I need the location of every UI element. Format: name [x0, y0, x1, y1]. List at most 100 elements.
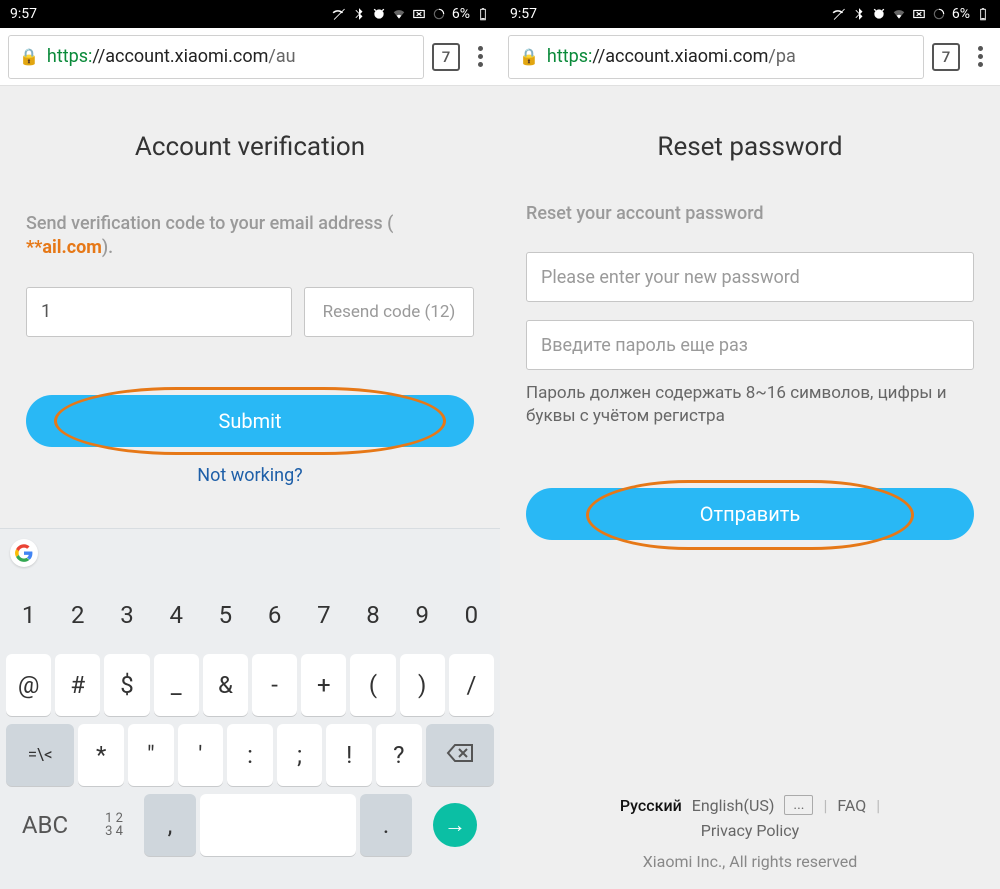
lang-en[interactable]: English(US) — [692, 796, 775, 815]
alarm-icon — [872, 7, 886, 21]
keyboard[interactable]: 1 2 3 4 5 6 7 8 9 0 @ # $ _ & - + ( ) / … — [0, 576, 500, 889]
close-box-icon — [412, 7, 426, 21]
status-time: 9:57 — [510, 6, 537, 22]
key-squote[interactable]: ' — [178, 724, 224, 786]
backspace-icon — [446, 741, 474, 769]
menu-icon[interactable] — [968, 42, 992, 71]
subtitle: Reset your account password — [526, 202, 974, 226]
copyright: Xiaomi Inc., All rights reserved — [520, 852, 980, 871]
key-colon[interactable]: : — [227, 724, 273, 786]
confirm-password-input[interactable]: Введите пароль еще раз — [526, 320, 974, 370]
tab-count[interactable]: 7 — [432, 43, 460, 71]
resend-button[interactable]: Resend code (12) — [304, 287, 474, 337]
status-bar: 9:57 6% — [0, 0, 500, 28]
phone-right: 9:57 6% 🔒 https://account.xiaomi.com/pa … — [500, 0, 1000, 889]
privacy-link[interactable]: Privacy Policy — [701, 821, 800, 840]
key-amp[interactable]: & — [203, 654, 248, 716]
key-5[interactable]: 5 — [203, 584, 248, 646]
password-hint: Пароль должен содержать 8~16 символов, ц… — [526, 382, 974, 428]
arrow-right-icon: → — [433, 803, 477, 847]
key-at[interactable]: @ — [6, 654, 51, 716]
url-domain: //account.xiaomi.com — [92, 46, 268, 67]
new-password-input[interactable]: Please enter your new password — [526, 252, 974, 302]
phone-left: 9:57 6% 🔒 https://account.xiaomi.com/au … — [0, 0, 500, 889]
close-box-icon — [912, 7, 926, 21]
key-abc[interactable]: ABC — [6, 794, 84, 856]
key-dollar[interactable]: $ — [104, 654, 149, 716]
battery-icon — [976, 7, 990, 21]
footer: Русский English(US) ... | FAQ | Privacy … — [500, 795, 1000, 871]
key-7[interactable]: 7 — [301, 584, 346, 646]
lang-more[interactable]: ... — [784, 795, 813, 815]
key-enter[interactable]: → — [416, 794, 494, 856]
key-minus[interactable]: - — [252, 654, 297, 716]
key-symbols[interactable]: =\< — [6, 724, 74, 786]
key-9[interactable]: 9 — [400, 584, 445, 646]
submit-button[interactable]: Отправить — [526, 488, 974, 540]
submit-button[interactable]: Submit — [26, 395, 474, 447]
key-excl[interactable]: ! — [326, 724, 372, 786]
key-period[interactable]: . — [360, 794, 412, 856]
status-icons: 6% — [832, 6, 990, 22]
keyboard-suggestion-bar — [0, 528, 500, 576]
key-hash[interactable]: # — [55, 654, 100, 716]
tab-count[interactable]: 7 — [932, 43, 960, 71]
url-path: /pa — [768, 46, 795, 67]
browser-bar: 🔒 https://account.xiaomi.com/pa 7 — [500, 28, 1000, 86]
battery-percent: 6% — [452, 6, 470, 22]
loading-icon — [932, 7, 946, 21]
url-domain: //account.xiaomi.com — [592, 46, 768, 67]
key-semicolon[interactable]: ; — [277, 724, 323, 786]
key-comma[interactable]: , — [144, 794, 196, 856]
browser-bar: 🔒 https://account.xiaomi.com/au 7 — [0, 28, 500, 86]
key-backspace[interactable] — [426, 724, 494, 786]
content-right: Reset password Reset your account passwo… — [500, 132, 1000, 540]
verification-prompt: Send verification code to your email add… — [26, 212, 474, 261]
bluetooth-icon — [352, 7, 366, 21]
alarm-icon — [372, 7, 386, 21]
key-numswitch[interactable]: 1 23 4 — [88, 794, 140, 856]
key-1[interactable]: 1 — [6, 584, 51, 646]
lock-icon: 🔒 — [519, 47, 539, 66]
key-underscore[interactable]: _ — [154, 654, 199, 716]
url-box[interactable]: 🔒 https://account.xiaomi.com/au — [8, 35, 424, 79]
page-title: Reset password — [526, 132, 974, 162]
key-rparen[interactable]: ) — [400, 654, 445, 716]
url-protocol: https: — [547, 46, 592, 67]
key-plus[interactable]: + — [301, 654, 346, 716]
wifi-off-icon — [332, 7, 346, 21]
url-path: /au — [268, 46, 295, 67]
key-6[interactable]: 6 — [252, 584, 297, 646]
url-protocol: https: — [47, 46, 92, 67]
key-slash[interactable]: / — [449, 654, 494, 716]
key-4[interactable]: 4 — [154, 584, 199, 646]
key-dquote[interactable]: " — [128, 724, 174, 786]
status-time: 9:57 — [10, 6, 37, 22]
wifi-icon — [892, 7, 906, 21]
content-left: Account verification Send verification c… — [0, 132, 500, 486]
battery-percent: 6% — [952, 6, 970, 22]
code-input[interactable]: 1 — [26, 287, 292, 337]
lock-icon: 🔒 — [19, 47, 39, 66]
not-working-link[interactable]: Not working? — [26, 465, 474, 486]
key-8[interactable]: 8 — [350, 584, 395, 646]
masked-email: **ail.com — [26, 237, 102, 258]
key-space[interactable] — [200, 794, 356, 856]
google-icon[interactable] — [10, 539, 38, 567]
menu-icon[interactable] — [468, 42, 492, 71]
faq-link[interactable]: FAQ — [837, 796, 866, 815]
battery-icon — [476, 7, 490, 21]
status-icons: 6% — [332, 6, 490, 22]
lang-ru[interactable]: Русский — [620, 796, 682, 815]
url-box[interactable]: 🔒 https://account.xiaomi.com/pa — [508, 35, 924, 79]
key-0[interactable]: 0 — [449, 584, 494, 646]
wifi-off-icon — [832, 7, 846, 21]
key-lparen[interactable]: ( — [350, 654, 395, 716]
key-3[interactable]: 3 — [104, 584, 149, 646]
wifi-icon — [392, 7, 406, 21]
key-star[interactable]: * — [78, 724, 124, 786]
key-2[interactable]: 2 — [55, 584, 100, 646]
status-bar: 9:57 6% — [500, 0, 1000, 28]
loading-icon — [432, 7, 446, 21]
key-question[interactable]: ? — [376, 724, 422, 786]
